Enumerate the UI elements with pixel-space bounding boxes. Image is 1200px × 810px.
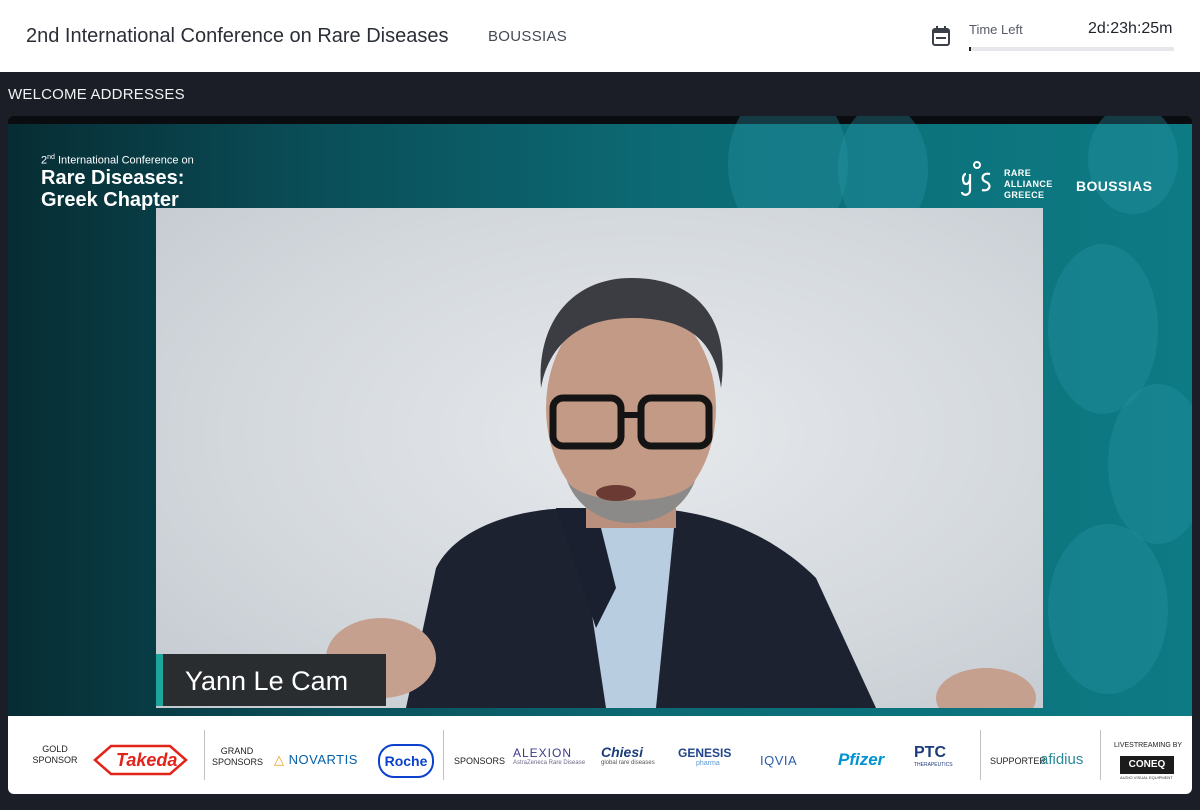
- time-left-value: 2d:23h:25m: [1088, 20, 1173, 37]
- speaker-video: Yann Le Cam: [156, 208, 1043, 708]
- top-header: 2nd International Conference on Rare Dis…: [0, 0, 1200, 72]
- conference-ordinal-suffix: nd: [47, 154, 55, 161]
- takeda-logo-text: Takeda: [116, 750, 178, 770]
- conference-line1: International Conference on: [57, 154, 194, 167]
- speaker-silhouette: [326, 278, 1036, 708]
- session-title: WELCOME ADDRESSES: [8, 86, 185, 103]
- coneq-logo: CONEQ: [1120, 756, 1174, 774]
- supporter-label: SUPPORTER: [990, 756, 1046, 766]
- afidius-logo: afidius: [1040, 751, 1084, 768]
- sponsor-divider: [443, 730, 444, 780]
- event-title: 2nd International Conference on Rare Dis…: [26, 25, 449, 47]
- chiesi-logo: Chiesi global rare diseases: [601, 744, 655, 766]
- organizer-name[interactable]: BOUSSIAS: [488, 28, 567, 45]
- boussias-logo: BOUSSIAS: [1076, 178, 1153, 194]
- coneq-subtitle: AUDIO VISUAL EQUIPMENT: [1120, 775, 1173, 780]
- sponsor-divider: [1100, 730, 1101, 780]
- gold-sponsor-label: GOLD SPONSOR: [32, 744, 78, 765]
- rare-alliance-logo-text: RARE ALLIANCE GREECE: [1004, 168, 1053, 200]
- alexion-logo: ALEXION AstraZeneca Rare Disease: [513, 746, 586, 766]
- novartis-flame-icon: △: [274, 752, 285, 767]
- livestream-label: LIVESTREAMING BY: [1114, 742, 1183, 749]
- pfizer-logo: Pfizer: [838, 750, 885, 769]
- sponsor-divider: [204, 730, 205, 780]
- novartis-logo: △ NOVARTIS: [274, 752, 358, 767]
- calendar-icon[interactable]: [928, 23, 954, 49]
- sponsors-label: SPONSORS: [454, 756, 506, 766]
- conference-title-overlay: 2nd International Conference on Rare Dis…: [41, 154, 194, 211]
- rare-alliance-logo-icon: [960, 161, 991, 196]
- iqvia-logo: IQVIA: [760, 753, 798, 768]
- ptc-logo: PTC THERAPEUTICS: [914, 744, 953, 768]
- grand-sponsors-label: GRAND SPONSORS: [212, 746, 264, 767]
- background-shape: [1088, 116, 1178, 214]
- speaker-name: Yann Le Cam: [185, 666, 349, 696]
- sponsor-strip: GOLD SPONSOR Takeda GRAND SPONSORS △ NOV…: [8, 716, 1192, 794]
- speaker-nameplate: Yann Le Cam: [156, 654, 386, 706]
- video-stream[interactable]: 2nd International Conference on Rare Dis…: [8, 116, 1192, 794]
- sponsor-divider: [980, 730, 981, 780]
- time-left-label: Time Left: [969, 22, 1023, 37]
- time-left-progress-fill: [969, 47, 971, 51]
- stream-stage: 2nd International Conference on Rare Dis…: [8, 116, 1192, 716]
- background-shape: [1048, 524, 1168, 694]
- conference-line2: Rare Diseases:: [41, 166, 185, 189]
- time-left-progress: [969, 47, 1174, 51]
- roche-logo: Roche: [378, 744, 434, 778]
- genesis-pharma-logo: GENESIS pharma: [678, 746, 732, 767]
